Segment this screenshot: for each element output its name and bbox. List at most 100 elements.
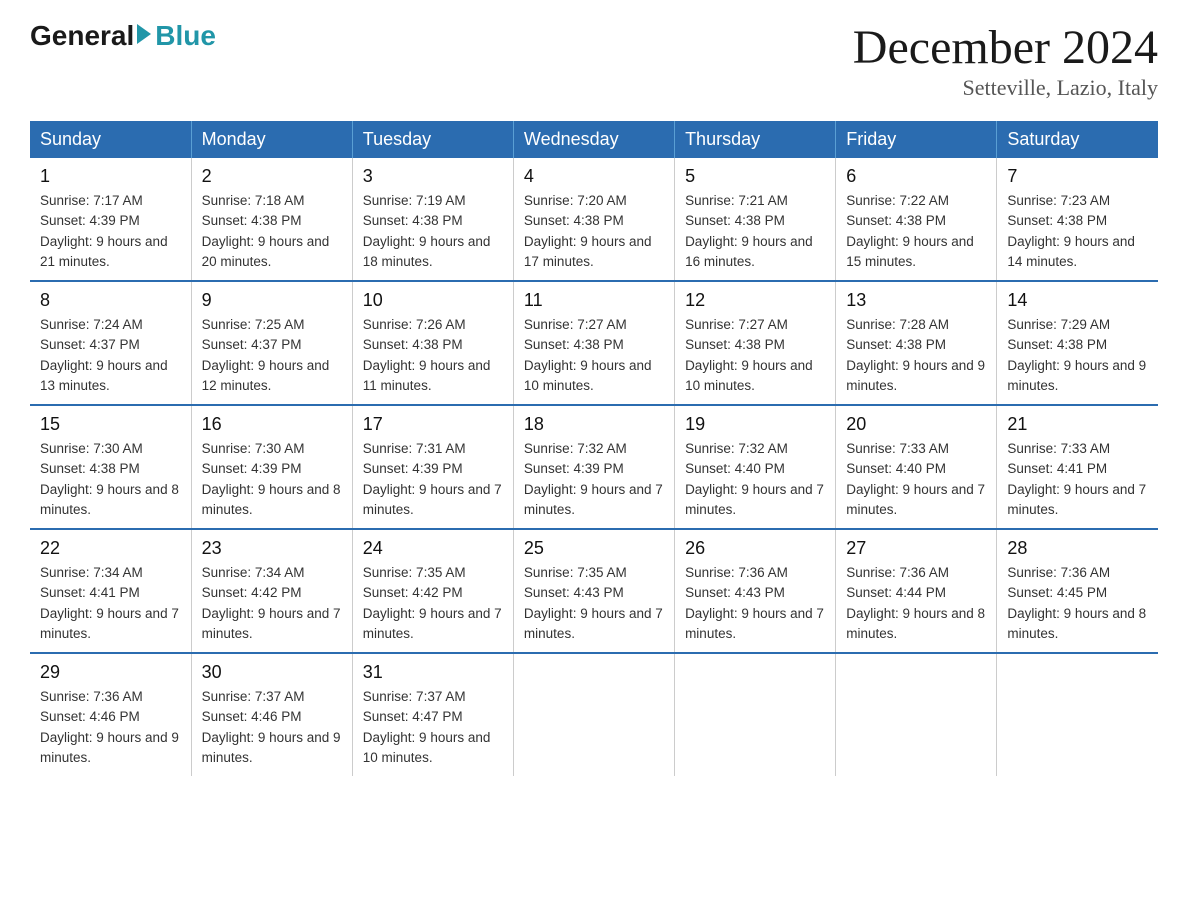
day-number: 12	[685, 290, 825, 311]
location-subtitle: Setteville, Lazio, Italy	[853, 75, 1158, 101]
calendar-cell: 13 Sunrise: 7:28 AMSunset: 4:38 PMDayligh…	[836, 281, 997, 405]
day-number: 21	[1007, 414, 1148, 435]
calendar-cell: 24 Sunrise: 7:35 AMSunset: 4:42 PMDayligh…	[352, 529, 513, 653]
title-section: December 2024 Setteville, Lazio, Italy	[853, 20, 1158, 101]
calendar-cell: 25 Sunrise: 7:35 AMSunset: 4:43 PMDayligh…	[513, 529, 674, 653]
calendar-cell: 4Sunrise: 7:20 AMSunset: 4:38 PMDaylight…	[513, 158, 674, 281]
day-info: Sunrise: 7:36 AMSunset: 4:45 PMDaylight:…	[1007, 563, 1148, 644]
logo-general-text: General	[30, 20, 134, 52]
calendar-cell: 26Sunrise: 7:36 AMSunset: 4:43 PMDayligh…	[675, 529, 836, 653]
logo: General Blue	[30, 20, 216, 52]
calendar-cell: 11 Sunrise: 7:27 AMSunset: 4:38 PMDayligh…	[513, 281, 674, 405]
day-number: 28	[1007, 538, 1148, 559]
calendar-cell: 8 Sunrise: 7:24 AMSunset: 4:37 PMDaylight…	[30, 281, 191, 405]
day-info: Sunrise: 7:36 AMSunset: 4:46 PMDaylight:…	[40, 687, 181, 768]
calendar-cell: 20 Sunrise: 7:33 AMSunset: 4:40 PMDayligh…	[836, 405, 997, 529]
day-number: 6	[846, 166, 986, 187]
day-info: Sunrise: 7:32 AMSunset: 4:39 PMDaylight:…	[524, 439, 664, 520]
logo-arrow-icon	[137, 24, 151, 44]
calendar-cell: 7 Sunrise: 7:23 AMSunset: 4:38 PMDaylight…	[997, 158, 1158, 281]
day-number: 27	[846, 538, 986, 559]
column-header-saturday: Saturday	[997, 121, 1158, 158]
column-header-tuesday: Tuesday	[352, 121, 513, 158]
calendar-cell: 27 Sunrise: 7:36 AMSunset: 4:44 PMDayligh…	[836, 529, 997, 653]
day-number: 15	[40, 414, 181, 435]
day-info: Sunrise: 7:25 AMSunset: 4:37 PMDaylight:…	[202, 315, 342, 396]
day-number: 13	[846, 290, 986, 311]
day-info: Sunrise: 7:36 AMSunset: 4:44 PMDaylight:…	[846, 563, 986, 644]
calendar-cell: 6 Sunrise: 7:22 AMSunset: 4:38 PMDaylight…	[836, 158, 997, 281]
day-number: 7	[1007, 166, 1148, 187]
calendar-header-row: SundayMondayTuesdayWednesdayThursdayFrid…	[30, 121, 1158, 158]
calendar-cell: 9Sunrise: 7:25 AMSunset: 4:37 PMDaylight…	[191, 281, 352, 405]
day-number: 2	[202, 166, 342, 187]
day-info: Sunrise: 7:37 AMSunset: 4:46 PMDaylight:…	[202, 687, 342, 768]
day-info: Sunrise: 7:33 AMSunset: 4:40 PMDaylight:…	[846, 439, 986, 520]
day-number: 20	[846, 414, 986, 435]
column-header-wednesday: Wednesday	[513, 121, 674, 158]
day-number: 4	[524, 166, 664, 187]
day-number: 25	[524, 538, 664, 559]
column-header-thursday: Thursday	[675, 121, 836, 158]
day-info: Sunrise: 7:27 AMSunset: 4:38 PMDaylight:…	[524, 315, 664, 396]
calendar-cell: 17 Sunrise: 7:31 AMSunset: 4:39 PMDayligh…	[352, 405, 513, 529]
calendar-cell: 29 Sunrise: 7:36 AMSunset: 4:46 PMDayligh…	[30, 653, 191, 776]
calendar-week-row: 1 Sunrise: 7:17 AMSunset: 4:39 PMDaylight…	[30, 158, 1158, 281]
day-info: Sunrise: 7:17 AMSunset: 4:39 PMDaylight:…	[40, 191, 181, 272]
day-info: Sunrise: 7:34 AMSunset: 4:41 PMDaylight:…	[40, 563, 181, 644]
column-header-friday: Friday	[836, 121, 997, 158]
day-info: Sunrise: 7:18 AMSunset: 4:38 PMDaylight:…	[202, 191, 342, 272]
calendar-cell: 5Sunrise: 7:21 AMSunset: 4:38 PMDaylight…	[675, 158, 836, 281]
day-info: Sunrise: 7:26 AMSunset: 4:38 PMDaylight:…	[363, 315, 503, 396]
calendar-table: SundayMondayTuesdayWednesdayThursdayFrid…	[30, 121, 1158, 776]
day-number: 24	[363, 538, 503, 559]
calendar-cell: 31 Sunrise: 7:37 AMSunset: 4:47 PMDayligh…	[352, 653, 513, 776]
day-info: Sunrise: 7:35 AMSunset: 4:42 PMDaylight:…	[363, 563, 503, 644]
month-title: December 2024	[853, 20, 1158, 75]
day-info: Sunrise: 7:23 AMSunset: 4:38 PMDaylight:…	[1007, 191, 1148, 272]
day-number: 30	[202, 662, 342, 683]
day-info: Sunrise: 7:35 AMSunset: 4:43 PMDaylight:…	[524, 563, 664, 644]
day-info: Sunrise: 7:24 AMSunset: 4:37 PMDaylight:…	[40, 315, 181, 396]
calendar-cell	[836, 653, 997, 776]
calendar-cell	[675, 653, 836, 776]
day-info: Sunrise: 7:30 AMSunset: 4:38 PMDaylight:…	[40, 439, 181, 520]
calendar-cell: 22Sunrise: 7:34 AMSunset: 4:41 PMDayligh…	[30, 529, 191, 653]
calendar-week-row: 22Sunrise: 7:34 AMSunset: 4:41 PMDayligh…	[30, 529, 1158, 653]
day-number: 11	[524, 290, 664, 311]
day-number: 26	[685, 538, 825, 559]
day-number: 19	[685, 414, 825, 435]
day-info: Sunrise: 7:31 AMSunset: 4:39 PMDaylight:…	[363, 439, 503, 520]
calendar-cell	[513, 653, 674, 776]
calendar-week-row: 29 Sunrise: 7:36 AMSunset: 4:46 PMDayligh…	[30, 653, 1158, 776]
calendar-cell: 18 Sunrise: 7:32 AMSunset: 4:39 PMDayligh…	[513, 405, 674, 529]
page-header: General Blue December 2024 Setteville, L…	[30, 20, 1158, 101]
calendar-cell: 19 Sunrise: 7:32 AMSunset: 4:40 PMDayligh…	[675, 405, 836, 529]
day-number: 14	[1007, 290, 1148, 311]
calendar-cell	[997, 653, 1158, 776]
calendar-cell: 14 Sunrise: 7:29 AMSunset: 4:38 PMDayligh…	[997, 281, 1158, 405]
day-number: 8	[40, 290, 181, 311]
calendar-cell: 1 Sunrise: 7:17 AMSunset: 4:39 PMDaylight…	[30, 158, 191, 281]
day-number: 17	[363, 414, 503, 435]
day-number: 16	[202, 414, 342, 435]
calendar-cell: 16 Sunrise: 7:30 AMSunset: 4:39 PMDayligh…	[191, 405, 352, 529]
day-info: Sunrise: 7:37 AMSunset: 4:47 PMDaylight:…	[363, 687, 503, 768]
day-info: Sunrise: 7:22 AMSunset: 4:38 PMDaylight:…	[846, 191, 986, 272]
day-number: 23	[202, 538, 342, 559]
column-header-monday: Monday	[191, 121, 352, 158]
day-number: 31	[363, 662, 503, 683]
day-number: 18	[524, 414, 664, 435]
day-info: Sunrise: 7:34 AMSunset: 4:42 PMDaylight:…	[202, 563, 342, 644]
calendar-cell: 30 Sunrise: 7:37 AMSunset: 4:46 PMDayligh…	[191, 653, 352, 776]
day-number: 29	[40, 662, 181, 683]
day-info: Sunrise: 7:28 AMSunset: 4:38 PMDaylight:…	[846, 315, 986, 396]
calendar-cell: 23 Sunrise: 7:34 AMSunset: 4:42 PMDayligh…	[191, 529, 352, 653]
day-info: Sunrise: 7:27 AMSunset: 4:38 PMDaylight:…	[685, 315, 825, 396]
calendar-cell: 2 Sunrise: 7:18 AMSunset: 4:38 PMDaylight…	[191, 158, 352, 281]
day-info: Sunrise: 7:32 AMSunset: 4:40 PMDaylight:…	[685, 439, 825, 520]
column-header-sunday: Sunday	[30, 121, 191, 158]
day-info: Sunrise: 7:30 AMSunset: 4:39 PMDaylight:…	[202, 439, 342, 520]
day-info: Sunrise: 7:29 AMSunset: 4:38 PMDaylight:…	[1007, 315, 1148, 396]
day-number: 1	[40, 166, 181, 187]
